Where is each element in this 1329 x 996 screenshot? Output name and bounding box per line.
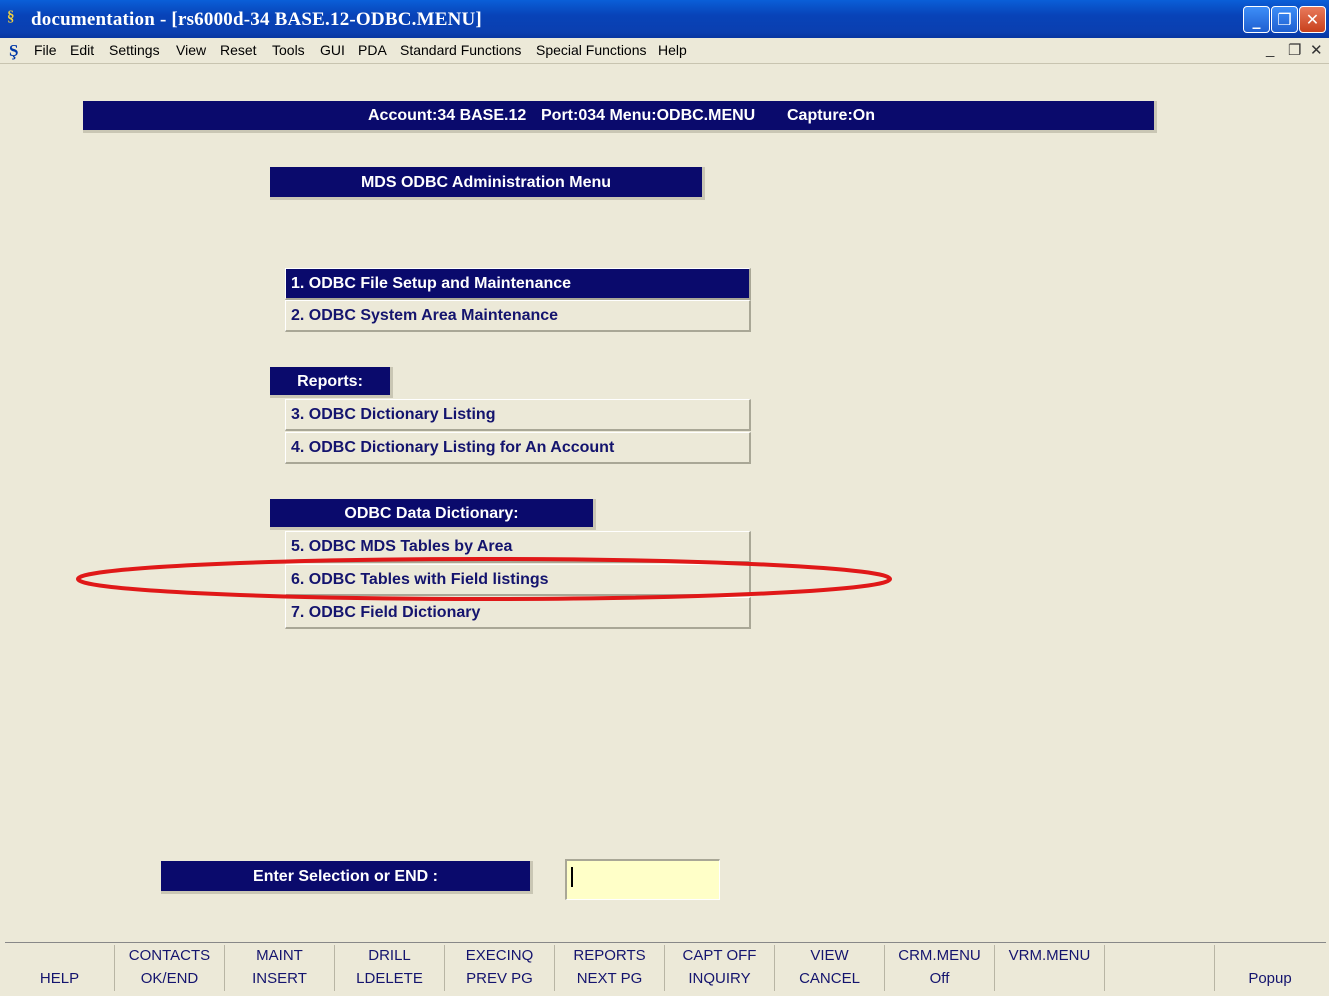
fkey-drill[interactable]: DRILL	[335, 945, 445, 968]
menu-edit[interactable]: Edit	[70, 42, 94, 58]
minimize-icon[interactable]: _	[1243, 6, 1270, 33]
restore-icon[interactable]: ❐	[1288, 41, 1301, 59]
fkey-maint[interactable]: MAINT	[225, 945, 335, 968]
fkey-crm-menu[interactable]: CRM.MENU	[885, 945, 995, 968]
fkey-view[interactable]: VIEW	[775, 945, 885, 968]
sh-logo-icon: §	[7, 9, 15, 25]
data-dictionary-header: ODBC Data Dictionary:	[270, 499, 596, 530]
menu-gui[interactable]: GUI	[320, 42, 345, 58]
function-key-bar: CONTACTS MAINT DRILL EXECINQ REPORTS CAP…	[5, 942, 1326, 993]
selection-input[interactable]	[565, 859, 720, 900]
close-icon[interactable]: ✕	[1310, 41, 1323, 59]
option-odbc-system-area[interactable]: 2. ODBC System Area Maintenance	[285, 300, 751, 332]
reports-header: Reports:	[270, 367, 393, 398]
fkey-blank	[5, 945, 115, 968]
highlight-oval	[76, 557, 892, 601]
sh-logo-icon: Ş	[9, 41, 19, 60]
fkey-next-pg[interactable]: NEXT PG	[555, 968, 665, 991]
fkey-execinq[interactable]: EXECINQ	[445, 945, 555, 968]
fkey-blank	[995, 968, 1105, 991]
minimize-icon[interactable]: _	[1266, 41, 1274, 58]
option-mds-tables-by-area[interactable]: 5. ODBC MDS Tables by Area	[285, 531, 751, 563]
fkey-capt-off[interactable]: CAPT OFF	[665, 945, 775, 968]
menu-file[interactable]: File	[34, 42, 57, 58]
option-odbc-file-setup[interactable]: 1. ODBC File Setup and Maintenance	[285, 268, 751, 300]
fkey-reports[interactable]: REPORTS	[555, 945, 665, 968]
fkey-prev-pg[interactable]: PREV PG	[445, 968, 555, 991]
capture-label: Capture:On	[787, 107, 875, 124]
menu-settings[interactable]: Settings	[109, 42, 160, 58]
option-dictionary-listing-account[interactable]: 4. ODBC Dictionary Listing for An Accoun…	[285, 432, 751, 464]
fkey-off[interactable]: Off	[885, 968, 995, 991]
fkey-contacts[interactable]: CONTACTS	[115, 945, 225, 968]
text-cursor	[571, 867, 573, 887]
menu-special-functions[interactable]: Special Functions	[536, 42, 647, 58]
fkey-ldelete[interactable]: LDELETE	[335, 968, 445, 991]
selection-prompt-label: Enter Selection or END :	[161, 861, 533, 894]
menu-help[interactable]: Help	[658, 42, 687, 58]
fkey-popup[interactable]: Popup	[1215, 968, 1325, 991]
fkey-insert[interactable]: INSERT	[225, 968, 335, 991]
option-dictionary-listing[interactable]: 3. ODBC Dictionary Listing	[285, 399, 751, 431]
account-label: Account:34 BASE.12	[368, 107, 527, 124]
status-bar: Account:34 BASE.12 Port:034 Menu:ODBC.ME…	[83, 101, 1157, 133]
fkey-blank	[1215, 945, 1325, 968]
menu-pda[interactable]: PDA	[358, 42, 387, 58]
port-menu-label: Port:034 Menu:ODBC.MENU	[541, 107, 756, 124]
fkey-ok-end[interactable]: OK/END	[115, 968, 225, 991]
menu-bar: Ş File Edit Settings View Reset Tools GU…	[0, 38, 1329, 64]
menu-view[interactable]: View	[176, 42, 206, 58]
option-field-dictionary[interactable]: 7. ODBC Field Dictionary	[285, 597, 751, 629]
restore-icon[interactable]: ❐	[1271, 6, 1298, 33]
menu-standard-functions[interactable]: Standard Functions	[400, 42, 521, 58]
window-title: documentation - [rs6000d-34 BASE.12-ODBC…	[31, 9, 482, 30]
close-icon[interactable]: ✕	[1299, 6, 1326, 33]
fkey-cancel[interactable]: CANCEL	[775, 968, 885, 991]
fkey-inquiry[interactable]: INQUIRY	[665, 968, 775, 991]
option-tables-with-field-listings[interactable]: 6. ODBC Tables with Field listings	[285, 564, 751, 596]
fkey-vrm-menu[interactable]: VRM.MENU	[995, 945, 1105, 968]
fkey-blank	[1105, 945, 1215, 968]
fkey-help[interactable]: HELP	[5, 968, 115, 991]
page-title: MDS ODBC Administration Menu	[270, 167, 705, 200]
title-bar: § documentation - [rs6000d-34 BASE.12-OD…	[0, 0, 1329, 38]
menu-tools[interactable]: Tools	[272, 42, 305, 58]
menu-reset[interactable]: Reset	[220, 42, 257, 58]
fkey-blank	[1105, 968, 1215, 991]
